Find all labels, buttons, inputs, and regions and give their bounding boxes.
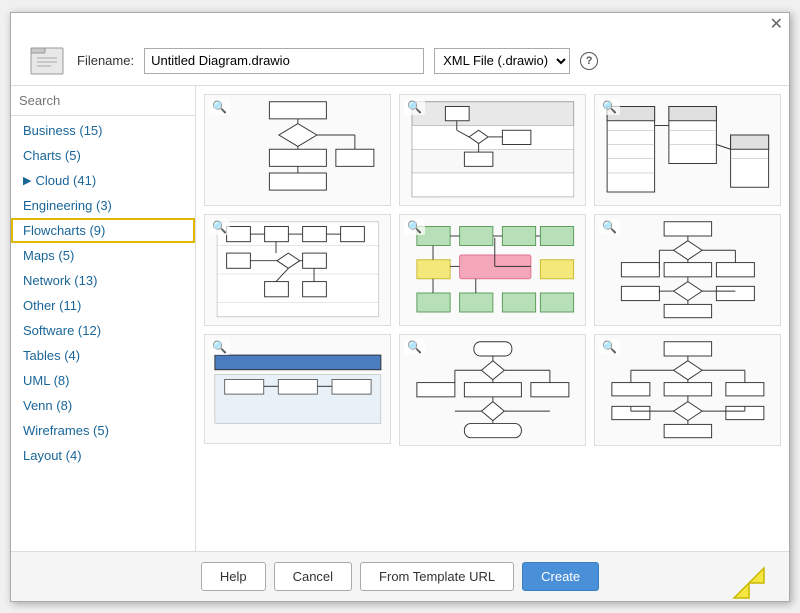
search-box: 🔍 [11, 86, 195, 116]
sidebar: 🔍 Business (15) Charts (5) ▶ Cloud (41) … [11, 86, 196, 551]
main-content: 🔍 Business (15) Charts (5) ▶ Cloud (41) … [11, 86, 789, 551]
template-thumb-3 [595, 95, 780, 205]
search-input[interactable] [19, 93, 195, 108]
cloud-expand-icon: ▶ [23, 174, 31, 187]
create-button[interactable]: Create [522, 562, 599, 591]
template-card-9[interactable]: 🔍 [594, 334, 781, 446]
filename-label: Filename: [77, 53, 134, 68]
sidebar-item-layout[interactable]: Layout (4) [11, 443, 195, 468]
cancel-button[interactable]: Cancel [274, 562, 352, 591]
close-button[interactable]: ✕ [770, 17, 783, 33]
sidebar-item-business[interactable]: Business (15) [11, 118, 195, 143]
template-thumb-2 [400, 95, 585, 205]
zoom-icon-5: 🔍 [404, 219, 425, 235]
create-diagram-dialog: ✕ Filename: XML File (.drawio) PNG File … [10, 12, 790, 602]
sidebar-item-other[interactable]: Other (11) [11, 293, 195, 318]
zoom-icon-1: 🔍 [209, 99, 230, 115]
zoom-icon-4: 🔍 [209, 219, 230, 235]
template-thumb-6 [595, 215, 780, 325]
template-card-5[interactable]: 🔍 [399, 214, 586, 326]
templates-area: 🔍 [196, 86, 789, 551]
category-list: Business (15) Charts (5) ▶ Cloud (41) En… [11, 116, 195, 551]
template-thumb-1 [205, 95, 390, 205]
sidebar-item-flowcharts[interactable]: Flowcharts (9) [11, 218, 195, 243]
footer-row: Help Cancel From Template URL Create [11, 551, 789, 601]
template-card-7[interactable]: 🔍 [204, 334, 391, 444]
sidebar-item-wireframes[interactable]: Wireframes (5) [11, 418, 195, 443]
templates-grid: 🔍 [204, 94, 781, 446]
zoom-icon-6: 🔍 [599, 219, 620, 235]
help-icon-button[interactable]: ? [580, 52, 598, 70]
filename-input[interactable] [144, 48, 424, 74]
zoom-icon-3: 🔍 [599, 99, 620, 115]
from-template-url-button[interactable]: From Template URL [360, 562, 514, 591]
sidebar-item-network[interactable]: Network (13) [11, 268, 195, 293]
template-card-8[interactable]: 🔍 [399, 334, 586, 446]
sidebar-item-charts[interactable]: Charts (5) [11, 143, 195, 168]
template-thumb-8 [400, 335, 585, 445]
sidebar-item-engineering[interactable]: Engineering (3) [11, 193, 195, 218]
sidebar-item-venn[interactable]: Venn (8) [11, 393, 195, 418]
sidebar-item-cloud[interactable]: ▶ Cloud (41) [11, 168, 195, 193]
template-card-4[interactable]: 🔍 [204, 214, 391, 326]
zoom-icon-9: 🔍 [599, 339, 620, 355]
zoom-icon-2: 🔍 [404, 99, 425, 115]
template-card-3[interactable]: 🔍 [594, 94, 781, 206]
sidebar-item-software[interactable]: Software (12) [11, 318, 195, 343]
template-thumb-4 [205, 215, 390, 325]
zoom-icon-8: 🔍 [404, 339, 425, 355]
title-bar: ✕ [11, 13, 789, 37]
filetype-select[interactable]: XML File (.drawio) PNG File (.png) SVG F… [434, 48, 570, 74]
sidebar-item-tables[interactable]: Tables (4) [11, 343, 195, 368]
template-thumb-5 [400, 215, 585, 325]
template-thumb-7 [205, 335, 390, 444]
template-thumb-9 [595, 335, 780, 445]
file-icon [27, 45, 67, 77]
template-card-6[interactable]: 🔍 [594, 214, 781, 326]
template-card-2[interactable]: 🔍 [399, 94, 586, 206]
help-button[interactable]: Help [201, 562, 266, 591]
sidebar-item-maps[interactable]: Maps (5) [11, 243, 195, 268]
zoom-icon-7: 🔍 [209, 339, 230, 355]
header-row: Filename: XML File (.drawio) PNG File (.… [11, 37, 789, 86]
sidebar-item-uml[interactable]: UML (8) [11, 368, 195, 393]
template-card-1[interactable]: 🔍 [204, 94, 391, 206]
